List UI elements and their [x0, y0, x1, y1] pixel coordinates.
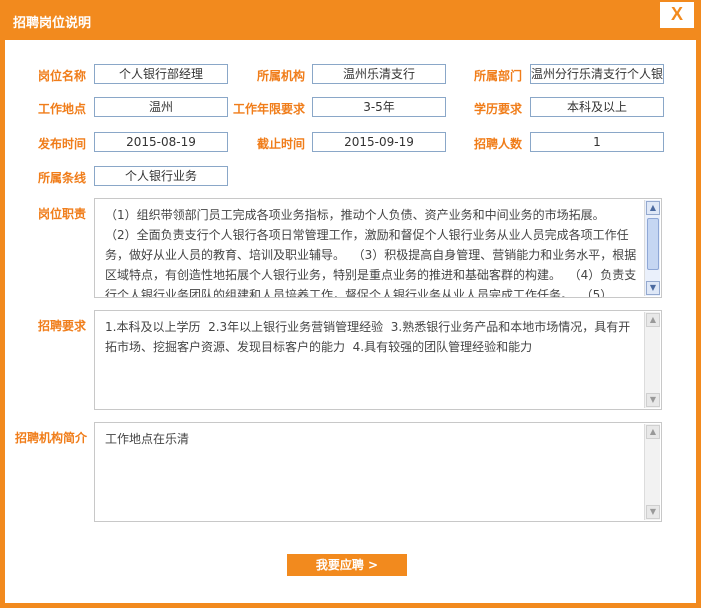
- publish-date-label: 发布时间: [38, 137, 87, 151]
- scroll-thumb[interactable]: [647, 218, 659, 270]
- apply-button[interactable]: 我要应聘 >: [287, 554, 407, 576]
- duties-scrollbar[interactable]: ▲ ▼: [644, 200, 660, 296]
- headcount-field: 1: [530, 132, 664, 152]
- requirements-text: 1.本科及以上学历 2.3年以上银行业务营销管理经验 3.熟悉银行业务产品和本地…: [105, 320, 631, 354]
- business-line-label: 所属条线: [38, 171, 87, 185]
- education-field: 本科及以上: [530, 97, 664, 117]
- work-location-field: 温州: [94, 97, 228, 117]
- duties-textarea[interactable]: （1）组织带领部门员工完成各项业务指标，推动个人负债、资产业务和中间业务的市场拓…: [94, 198, 662, 298]
- work-years-label: 工作年限要求: [233, 102, 306, 116]
- scroll-down-arrow-icon[interactable]: ▼: [646, 505, 660, 519]
- job-detail-dialog: 招聘岗位说明 X 岗位名称 个人银行部经理 所属机构 温州乐清支行 所属部门 温…: [0, 0, 701, 608]
- scroll-up-arrow-icon[interactable]: ▲: [646, 201, 660, 215]
- scroll-up-arrow-icon[interactable]: ▲: [646, 425, 660, 439]
- close-button[interactable]: X: [660, 2, 694, 28]
- duties-text: （1）组织带领部门员工完成各项业务指标，推动个人负债、资产业务和中间业务的市场拓…: [105, 208, 637, 298]
- position-name-field: 个人银行部经理: [94, 64, 228, 84]
- dialog-title: 招聘岗位说明: [13, 16, 92, 31]
- org-intro-textarea[interactable]: 工作地点在乐清 ▲ ▼: [94, 422, 662, 522]
- work-years-field: 3-5年: [312, 97, 446, 117]
- requirements-textarea[interactable]: 1.本科及以上学历 2.3年以上银行业务营销管理经验 3.熟悉银行业务产品和本地…: [94, 310, 662, 410]
- org-intro-label: 招聘机构简介: [15, 431, 88, 445]
- scroll-down-arrow-icon[interactable]: ▼: [646, 393, 660, 407]
- scroll-down-arrow-icon[interactable]: ▼: [646, 281, 660, 295]
- dialog-titlebar: 招聘岗位说明 X: [0, 0, 701, 40]
- requirements-scrollbar[interactable]: ▲ ▼: [644, 312, 660, 408]
- deadline-field: 2015-09-19: [312, 132, 446, 152]
- position-name-label: 岗位名称: [38, 69, 87, 83]
- publish-date-field: 2015-08-19: [94, 132, 228, 152]
- duties-label: 岗位职责: [38, 207, 87, 221]
- business-line-field: 个人银行业务: [94, 166, 228, 186]
- work-location-label: 工作地点: [38, 102, 87, 116]
- org-intro-scrollbar[interactable]: ▲ ▼: [644, 424, 660, 520]
- headcount-label: 招聘人数: [474, 137, 523, 151]
- organization-label: 所属机构: [257, 69, 306, 83]
- deadline-label: 截止时间: [257, 137, 306, 151]
- education-label: 学历要求: [474, 102, 523, 116]
- org-intro-text: 工作地点在乐清: [105, 432, 190, 446]
- department-label: 所属部门: [474, 69, 523, 83]
- scroll-up-arrow-icon[interactable]: ▲: [646, 313, 660, 327]
- requirements-label: 招聘要求: [38, 319, 87, 333]
- organization-field: 温州乐清支行: [312, 64, 446, 84]
- department-field: 温州分行乐清支行个人银: [530, 64, 664, 84]
- dialog-body: 岗位名称 个人银行部经理 所属机构 温州乐清支行 所属部门 温州分行乐清支行个人…: [5, 40, 696, 603]
